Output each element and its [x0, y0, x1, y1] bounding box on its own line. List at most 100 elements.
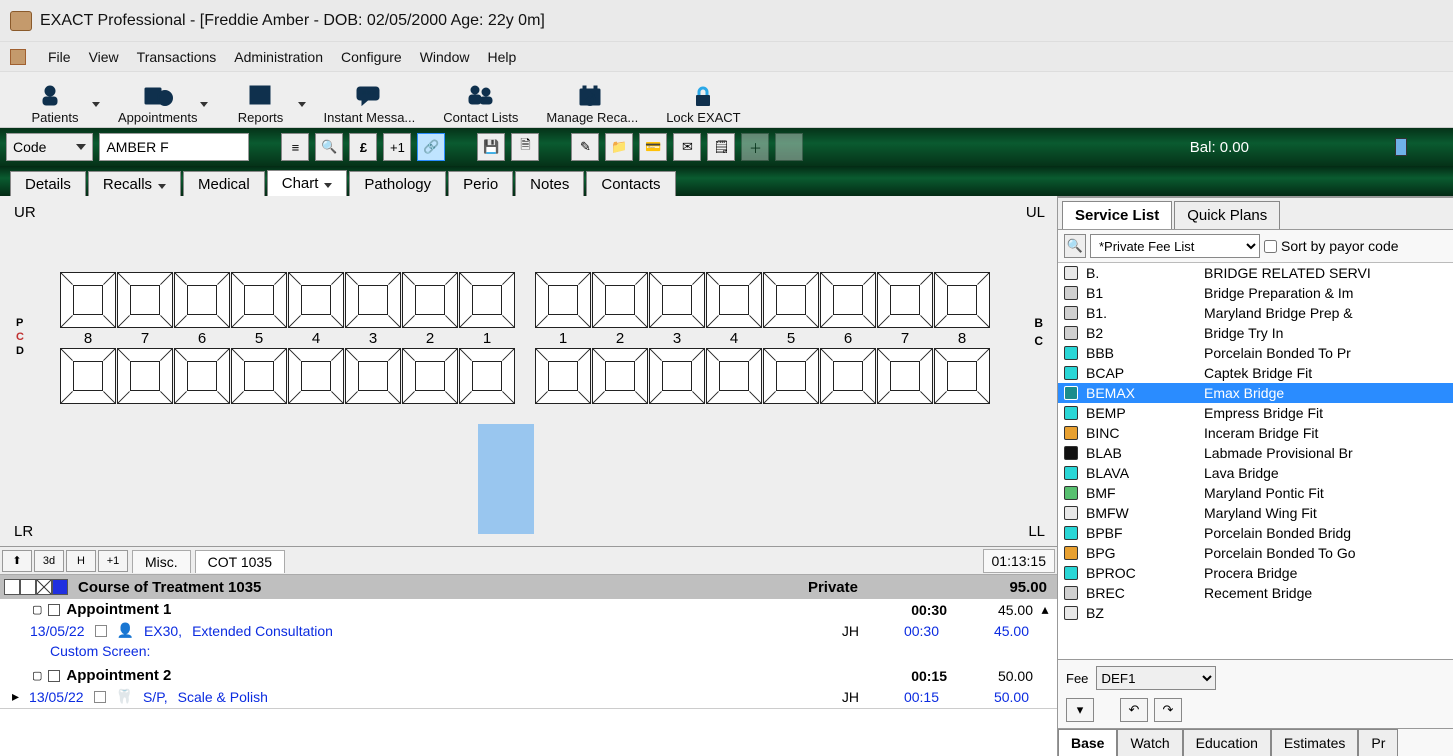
- list-button[interactable]: ≡: [281, 133, 309, 161]
- service-row[interactable]: B1. Maryland Bridge Prep &: [1058, 303, 1453, 323]
- toolbar-lock-exact[interactable]: Lock EXACT: [666, 84, 740, 125]
- tooth[interactable]: [402, 348, 458, 404]
- service-row[interactable]: BPBF Porcelain Bonded Bridg: [1058, 523, 1453, 543]
- service-row[interactable]: BZ: [1058, 603, 1453, 623]
- tooth[interactable]: [60, 272, 116, 328]
- checkbox[interactable]: [94, 691, 106, 703]
- tooth[interactable]: [820, 348, 876, 404]
- nav-down-button[interactable]: ▾: [1066, 698, 1094, 722]
- tab-service-list[interactable]: Service List: [1062, 201, 1172, 229]
- menu-help[interactable]: Help: [487, 49, 516, 65]
- edit-button[interactable]: ✎: [571, 133, 599, 161]
- tab-base[interactable]: Base: [1058, 729, 1117, 756]
- service-list[interactable]: B. BRIDGE RELATED SERVI B1 Bridge Prepar…: [1058, 263, 1453, 659]
- tab-details[interactable]: Details: [10, 171, 86, 197]
- tooth[interactable]: [174, 272, 230, 328]
- tooth[interactable]: [706, 348, 762, 404]
- dental-chart[interactable]: UR UL LR LL PCD BC 8765432112345678: [0, 196, 1057, 546]
- checkbox[interactable]: [95, 625, 107, 637]
- flag-icon[interactable]: [1395, 138, 1407, 156]
- toolbar-patients[interactable]: Patients: [20, 84, 90, 125]
- menu-window[interactable]: Window: [420, 49, 470, 65]
- tooth[interactable]: [763, 348, 819, 404]
- chip-1[interactable]: [4, 579, 20, 595]
- tooth[interactable]: [535, 348, 591, 404]
- tooth[interactable]: [117, 272, 173, 328]
- tooth[interactable]: [174, 348, 230, 404]
- tooth[interactable]: [592, 272, 648, 328]
- service-row[interactable]: BMF Maryland Pontic Fit: [1058, 483, 1453, 503]
- tooth[interactable]: [345, 272, 401, 328]
- service-row[interactable]: BMFW Maryland Wing Fit: [1058, 503, 1453, 523]
- card-button[interactable]: 💳: [639, 133, 667, 161]
- tooth[interactable]: [592, 348, 648, 404]
- tooth[interactable]: [60, 348, 116, 404]
- sort-by-payor-checkbox[interactable]: [1264, 240, 1277, 253]
- toolbar-manage-recalls[interactable]: Manage Reca...: [546, 84, 638, 125]
- code-selector[interactable]: Code: [6, 133, 93, 161]
- tooth[interactable]: [117, 348, 173, 404]
- service-row[interactable]: BBB Porcelain Bonded To Pr: [1058, 343, 1453, 363]
- nav-refresh-cw-button[interactable]: ↷: [1154, 698, 1182, 722]
- document-button[interactable]: 🗎: [511, 133, 539, 161]
- note-button[interactable]: 🗒: [707, 133, 735, 161]
- tooth[interactable]: [459, 272, 515, 328]
- tab-quick-plans[interactable]: Quick Plans: [1174, 201, 1280, 229]
- menu-view[interactable]: View: [89, 49, 119, 65]
- service-row[interactable]: BREC Recement Bridge: [1058, 583, 1453, 603]
- nav-up-button[interactable]: ⬆: [2, 550, 32, 572]
- service-row[interactable]: BLAVA Lava Bridge: [1058, 463, 1453, 483]
- tooth[interactable]: [706, 272, 762, 328]
- service-row[interactable]: B2 Bridge Try In: [1058, 323, 1453, 343]
- tooth[interactable]: [649, 272, 705, 328]
- tab-watch[interactable]: Watch: [1117, 729, 1182, 756]
- menu-transactions[interactable]: Transactions: [137, 49, 217, 65]
- menu-file[interactable]: File: [48, 49, 71, 65]
- service-row[interactable]: BINC Inceram Bridge Fit: [1058, 423, 1453, 443]
- treatment-line-2[interactable]: ▸ 13/05/22 🦷 S/P, Scale & Polish JH 00:1…: [0, 686, 1057, 709]
- tab-estimates[interactable]: Estimates: [1271, 729, 1358, 756]
- search-icon[interactable]: 🔍: [1064, 234, 1086, 258]
- tooth[interactable]: [535, 272, 591, 328]
- treatment-list[interactable]: ▢ Appointment 1 00:30 45.00 ▴ 13/05/22 👤…: [0, 599, 1057, 756]
- tab-education[interactable]: Education: [1183, 729, 1271, 756]
- tab-medical[interactable]: Medical: [183, 171, 265, 197]
- toolbar-appointments[interactable]: Appointments: [118, 84, 198, 125]
- tooth[interactable]: [763, 272, 819, 328]
- toolbar-contact-lists[interactable]: Contact Lists: [443, 84, 518, 125]
- menu-administration[interactable]: Administration: [234, 49, 323, 65]
- service-row[interactable]: BCAP Captek Bridge Fit: [1058, 363, 1453, 383]
- tooth[interactable]: [288, 272, 344, 328]
- tooth[interactable]: [402, 272, 458, 328]
- plus-one-button[interactable]: +1: [383, 133, 411, 161]
- tab-misc[interactable]: Misc.: [132, 550, 191, 573]
- nav-3d-button[interactable]: 3d: [34, 550, 64, 572]
- chip-2[interactable]: [20, 579, 36, 595]
- service-row[interactable]: B1 Bridge Preparation & Im: [1058, 283, 1453, 303]
- tab-perio[interactable]: Perio: [448, 171, 513, 197]
- tooth[interactable]: [877, 272, 933, 328]
- toolbar-reports[interactable]: Reports: [226, 84, 296, 125]
- tooth[interactable]: [231, 348, 287, 404]
- tab-contacts[interactable]: Contacts: [586, 171, 675, 197]
- nav-plus1-button[interactable]: +1: [98, 550, 128, 572]
- search-button[interactable]: 🔍: [315, 133, 343, 161]
- nav-h-button[interactable]: H: [66, 550, 96, 572]
- tab-recalls[interactable]: Recalls: [88, 171, 181, 197]
- service-row[interactable]: BLAB Labmade Provisional Br: [1058, 443, 1453, 463]
- tooth[interactable]: [649, 348, 705, 404]
- service-row[interactable]: BPROC Procera Bridge: [1058, 563, 1453, 583]
- checkbox[interactable]: [48, 670, 60, 682]
- tab-chart[interactable]: Chart: [267, 170, 348, 197]
- tab-notes[interactable]: Notes: [515, 171, 584, 197]
- tooth[interactable]: [288, 348, 344, 404]
- menu-configure[interactable]: Configure: [341, 49, 402, 65]
- tab-pathology[interactable]: Pathology: [349, 171, 446, 197]
- link-button[interactable]: 🔗: [417, 133, 445, 161]
- fee-schedule-select[interactable]: DEF1: [1096, 666, 1216, 690]
- tooth[interactable]: [877, 348, 933, 404]
- tooth[interactable]: [231, 272, 287, 328]
- chip-3[interactable]: [36, 579, 52, 595]
- tooth[interactable]: [345, 348, 401, 404]
- service-row[interactable]: BEMP Empress Bridge Fit: [1058, 403, 1453, 423]
